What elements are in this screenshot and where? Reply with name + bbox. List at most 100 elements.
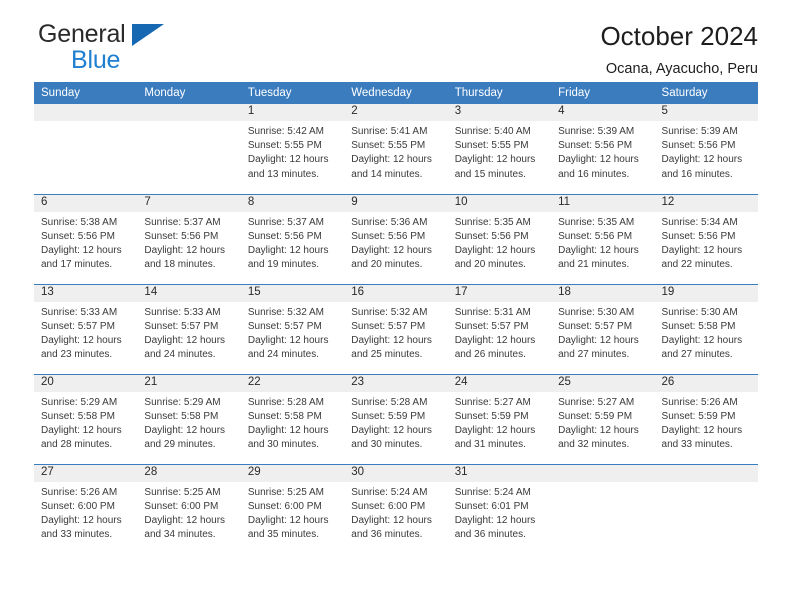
calendar-day-cell[interactable]: 31 Sunrise: 5:24 AM Sunset: 6:01 PM Dayligh…	[447, 463, 552, 554]
calendar-day-cell[interactable]: 11 Sunrise: 5:35 AM Sunset: 5:56 PM Dayligh…	[551, 193, 655, 284]
calendar-day-cell[interactable]: 24 Sunrise: 5:27 AM Sunset: 5:59 PM Dayligh…	[447, 373, 552, 464]
day-number: 29	[240, 464, 345, 482]
calendar-day-cell[interactable]: 14 Sunrise: 5:33 AM Sunset: 5:57 PM Dayligh…	[137, 283, 241, 374]
calendar-day-cell[interactable]: 9 Sunrise: 5:36 AM Sunset: 5:56 PM Daylight…	[344, 193, 448, 284]
day-details: Sunrise: 5:35 AM Sunset: 5:56 PM Daylight:…	[448, 212, 551, 273]
calendar-day-cell[interactable]: 5 Sunrise: 5:39 AM Sunset: 5:56 PM Daylight…	[654, 104, 758, 194]
day-details: Sunrise: 5:38 AM Sunset: 5:56 PM Daylight:…	[34, 212, 137, 273]
calendar-body: 1 Sunrise: 5:42 AM Sunset: 5:55 PM Daylight…	[34, 104, 758, 554]
calendar-day-cell[interactable]: 16 Sunrise: 5:32 AM Sunset: 5:57 PM Dayligh…	[344, 283, 448, 374]
day-number: 31	[447, 464, 552, 482]
daylight-duration-line1: Daylight: 12 hours	[351, 424, 432, 436]
day-details: Sunrise: 5:30 AM Sunset: 5:58 PM Daylight:…	[655, 302, 758, 363]
day-number: 27	[34, 464, 138, 482]
sunrise-time: Sunrise: 5:28 AM	[351, 396, 428, 408]
daylight-duration-line2: and 31 minutes.	[454, 439, 526, 451]
calendar-day-cell[interactable]: 7 Sunrise: 5:37 AM Sunset: 5:56 PM Daylight…	[137, 193, 241, 284]
day-number: 10	[447, 194, 552, 212]
calendar-week-row: 27 Sunrise: 5:26 AM Sunset: 6:00 PM Dayligh…	[34, 463, 758, 554]
sunset-time: Sunset: 5:56 PM	[661, 140, 736, 152]
day-number: 3	[447, 104, 552, 121]
daylight-duration-line2: and 28 minutes.	[41, 439, 113, 451]
sunset-time: Sunset: 5:55 PM	[351, 140, 426, 152]
calendar-day-cell[interactable]: 23 Sunrise: 5:28 AM Sunset: 5:59 PM Dayligh…	[344, 373, 448, 464]
sunrise-time: Sunrise: 5:25 AM	[144, 486, 221, 498]
sunset-time: Sunset: 5:59 PM	[558, 410, 633, 422]
calendar-day-cell[interactable]: 27 Sunrise: 5:26 AM Sunset: 6:00 PM Dayligh…	[34, 463, 138, 554]
page-header: General Blue October 2024 Ocana, Ayacuch…	[34, 0, 758, 78]
daylight-duration-line2: and 18 minutes.	[144, 259, 216, 271]
day-number: 25	[551, 374, 655, 392]
day-number: 4	[551, 104, 655, 121]
calendar-day-cell[interactable]: 19 Sunrise: 5:30 AM Sunset: 5:58 PM Dayligh…	[654, 283, 758, 374]
sunset-time: Sunset: 5:57 PM	[558, 320, 633, 332]
sunset-time: Sunset: 5:58 PM	[144, 410, 219, 422]
calendar-week-row: 20 Sunrise: 5:29 AM Sunset: 5:58 PM Dayligh…	[34, 373, 758, 464]
sunrise-time: Sunrise: 5:33 AM	[41, 306, 118, 318]
daylight-duration-line2: and 16 minutes.	[661, 168, 733, 180]
general-blue-logo[interactable]: General Blue	[34, 22, 218, 78]
day-number: 5	[654, 104, 758, 121]
day-details: Sunrise: 5:37 AM Sunset: 5:56 PM Daylight:…	[241, 212, 344, 273]
day-number: 14	[137, 284, 241, 302]
day-number: 20	[34, 374, 138, 392]
calendar-day-cell[interactable]: 15 Sunrise: 5:32 AM Sunset: 5:57 PM Dayligh…	[240, 283, 345, 374]
day-details: Sunrise: 5:28 AM Sunset: 5:58 PM Daylight:…	[241, 392, 344, 453]
sunrise-time: Sunrise: 5:24 AM	[351, 486, 428, 498]
calendar-day-cell[interactable]: 22 Sunrise: 5:28 AM Sunset: 5:58 PM Dayligh…	[240, 373, 345, 464]
daylight-duration-line1: Daylight: 12 hours	[41, 424, 122, 436]
day-number: 11	[551, 194, 655, 212]
calendar-day-cell[interactable]: 10 Sunrise: 5:35 AM Sunset: 5:56 PM Dayligh…	[447, 193, 552, 284]
calendar-day-cell[interactable]: 28 Sunrise: 5:25 AM Sunset: 6:00 PM Dayligh…	[137, 463, 241, 554]
sunrise-time: Sunrise: 5:32 AM	[351, 306, 428, 318]
daylight-duration-line2: and 35 minutes.	[247, 529, 320, 541]
calendar-day-cell[interactable]: 4 Sunrise: 5:39 AM Sunset: 5:56 PM Daylight…	[551, 104, 655, 194]
calendar-day-cell-empty	[34, 104, 138, 194]
daylight-duration-line1: Daylight: 12 hours	[661, 424, 743, 436]
sunset-time: Sunset: 5:57 PM	[247, 320, 322, 332]
sunset-time: Sunset: 5:56 PM	[144, 230, 219, 242]
sunrise-time: Sunrise: 5:27 AM	[454, 396, 531, 408]
calendar-day-cell[interactable]: 12 Sunrise: 5:34 AM Sunset: 5:56 PM Dayligh…	[654, 193, 758, 284]
daylight-duration-line2: and 30 minutes.	[247, 439, 320, 451]
daylight-duration-line1: Daylight: 12 hours	[247, 154, 329, 166]
calendar-day-cell-empty	[654, 463, 758, 554]
calendar-day-cell[interactable]: 30 Sunrise: 5:24 AM Sunset: 6:00 PM Dayligh…	[344, 463, 448, 554]
sunset-time: Sunset: 5:57 PM	[41, 320, 115, 332]
weekday-header-saturday: Saturday	[654, 82, 758, 104]
calendar-day-cell[interactable]: 20 Sunrise: 5:29 AM Sunset: 5:58 PM Dayligh…	[34, 373, 138, 464]
calendar-day-cell[interactable]: 25 Sunrise: 5:27 AM Sunset: 5:59 PM Dayligh…	[551, 373, 655, 464]
daylight-duration-line1: Daylight: 12 hours	[41, 514, 122, 526]
sunrise-time: Sunrise: 5:25 AM	[247, 486, 324, 498]
day-number: 8	[240, 194, 345, 212]
day-details: Sunrise: 5:42 AM Sunset: 5:55 PM Daylight:…	[241, 121, 344, 182]
calendar-day-cell[interactable]: 8 Sunrise: 5:37 AM Sunset: 5:56 PM Daylight…	[240, 193, 345, 284]
calendar-day-cell[interactable]: 21 Sunrise: 5:29 AM Sunset: 5:58 PM Dayligh…	[137, 373, 241, 464]
sunset-time: Sunset: 5:59 PM	[454, 410, 529, 422]
sunrise-time: Sunrise: 5:36 AM	[351, 216, 428, 228]
sunrise-time: Sunrise: 5:41 AM	[351, 126, 428, 137]
calendar-day-cell[interactable]: 29 Sunrise: 5:25 AM Sunset: 6:00 PM Dayligh…	[240, 463, 345, 554]
sunset-time: Sunset: 5:59 PM	[661, 410, 736, 422]
daylight-duration-line1: Daylight: 12 hours	[247, 244, 329, 256]
calendar-day-cell[interactable]: 13 Sunrise: 5:33 AM Sunset: 5:57 PM Dayligh…	[34, 283, 138, 374]
day-number: 1	[240, 104, 345, 121]
calendar-day-cell[interactable]: 26 Sunrise: 5:26 AM Sunset: 5:59 PM Dayligh…	[654, 373, 758, 464]
calendar-day-cell[interactable]: 3 Sunrise: 5:40 AM Sunset: 5:55 PM Daylight…	[447, 104, 552, 194]
day-details: Sunrise: 5:27 AM Sunset: 5:59 PM Daylight:…	[448, 392, 551, 453]
calendar-day-cell[interactable]: 17 Sunrise: 5:31 AM Sunset: 5:57 PM Dayligh…	[447, 283, 552, 374]
calendar-day-cell[interactable]: 18 Sunrise: 5:30 AM Sunset: 5:57 PM Dayligh…	[551, 283, 655, 374]
calendar-page: General Blue October 2024 Ocana, Ayacuch…	[0, 0, 792, 612]
calendar-day-cell[interactable]: 1 Sunrise: 5:42 AM Sunset: 5:55 PM Daylight…	[240, 104, 345, 194]
sunrise-time: Sunrise: 5:32 AM	[247, 306, 324, 318]
daylight-duration-line1: Daylight: 12 hours	[41, 334, 122, 346]
day-details: Sunrise: 5:40 AM Sunset: 5:55 PM Daylight:…	[448, 121, 551, 182]
calendar-day-cell[interactable]: 2 Sunrise: 5:41 AM Sunset: 5:55 PM Daylight…	[344, 104, 448, 194]
day-number: 13	[34, 284, 138, 302]
daylight-duration-line2: and 14 minutes.	[351, 168, 423, 180]
calendar-day-cell[interactable]: 6 Sunrise: 5:38 AM Sunset: 5:56 PM Daylight…	[34, 193, 138, 284]
sunrise-time: Sunrise: 5:38 AM	[41, 216, 118, 228]
weekday-header-sunday: Sunday	[34, 82, 138, 104]
day-details: Sunrise: 5:24 AM Sunset: 6:00 PM Daylight:…	[344, 482, 447, 543]
day-number: 30	[344, 464, 448, 482]
